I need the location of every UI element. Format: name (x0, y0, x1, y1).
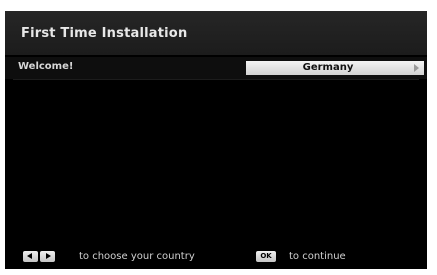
row-divider (13, 79, 419, 80)
footer-help-bar: to choose your country OK to continue (5, 247, 427, 269)
header-bar: First Time Installation (5, 11, 427, 55)
right-key-icon (40, 251, 55, 262)
installation-screen: First Time Installation Welcome! Germany… (5, 11, 427, 269)
welcome-label: Welcome! (18, 61, 74, 72)
left-key-icon (23, 251, 38, 262)
country-value: Germany (302, 62, 354, 73)
ok-key-icon: OK (256, 251, 276, 262)
country-selector[interactable]: Germany (246, 61, 424, 75)
welcome-row: Welcome! Germany (5, 57, 427, 79)
continue-hint: to continue (289, 251, 346, 262)
choose-country-hint: to choose your country (79, 251, 195, 262)
page-title: First Time Installation (21, 26, 188, 41)
arrow-right-icon (414, 64, 419, 72)
